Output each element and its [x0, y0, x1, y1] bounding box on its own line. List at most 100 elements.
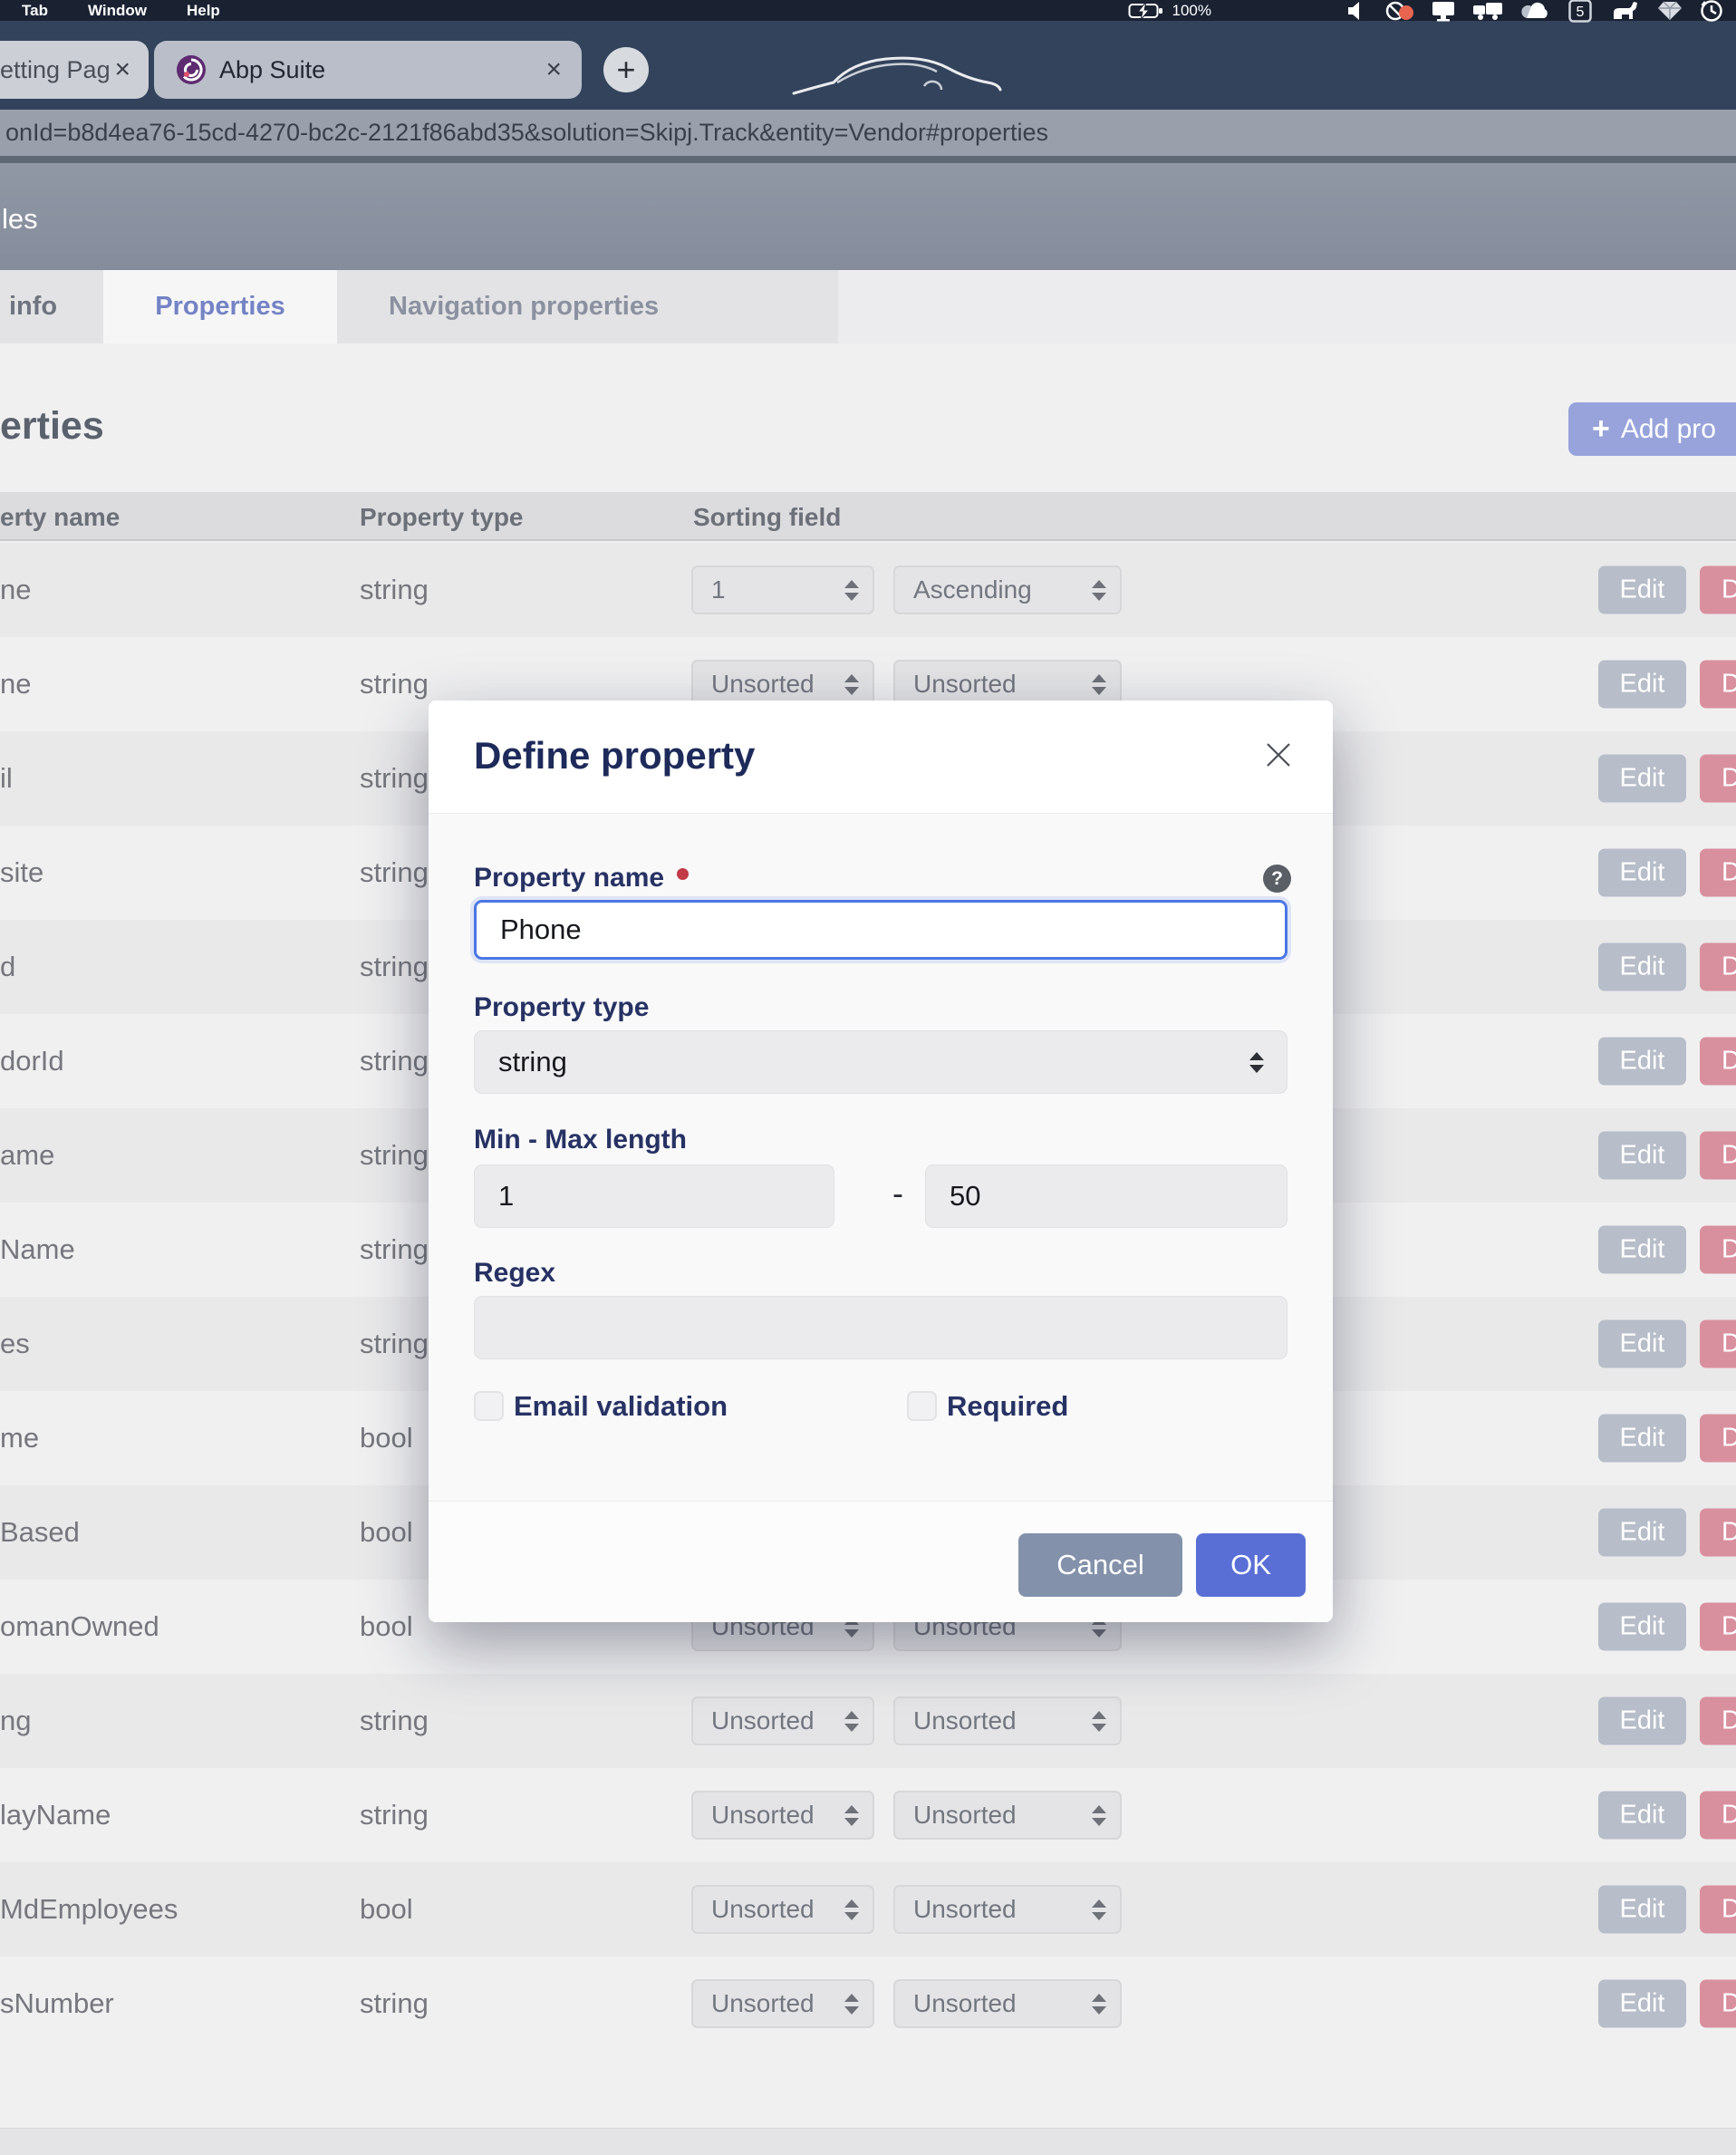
menu-help[interactable]: Help — [187, 2, 220, 20]
required-dot-icon — [677, 868, 689, 880]
property-name-input[interactable]: Phone — [474, 900, 1288, 960]
menu-window[interactable]: Window — [88, 2, 147, 20]
sort-field-value: Unsorted — [711, 1895, 815, 1924]
sort-direction-value: Unsorted — [913, 1801, 1017, 1830]
property-name-cell: Name — [0, 1233, 75, 1266]
delete-button[interactable]: Delete — [1700, 755, 1736, 803]
property-type-cell: string — [360, 1233, 429, 1266]
menu-tab[interactable]: Tab — [22, 2, 48, 20]
edit-button[interactable]: Edit — [1598, 755, 1686, 803]
edit-button[interactable]: Edit — [1598, 1320, 1686, 1368]
delete-button[interactable]: Delete — [1700, 1226, 1736, 1274]
delete-button[interactable]: Delete — [1700, 1415, 1736, 1463]
required-checkbox[interactable] — [907, 1391, 937, 1421]
sort-field-select[interactable]: Unsorted — [691, 1885, 874, 1934]
edit-button[interactable]: Edit — [1598, 1038, 1686, 1086]
edit-button[interactable]: Edit — [1598, 566, 1686, 614]
sort-arrows-icon — [1091, 674, 1107, 695]
cancel-button[interactable]: Cancel — [1018, 1533, 1182, 1597]
tab-properties[interactable]: Properties — [103, 270, 337, 343]
modal-title: Define property — [474, 734, 755, 778]
sort-field-select[interactable]: Unsorted — [691, 1791, 874, 1840]
close-icon[interactable] — [1264, 740, 1293, 769]
delete-button[interactable]: Delete — [1700, 1038, 1736, 1086]
url-bar[interactable]: onId=b8d4ea76-15cd-4270-bc2c-2121f86abd3… — [0, 110, 1736, 156]
delete-button[interactable]: Delete — [1700, 1132, 1736, 1180]
regex-input[interactable] — [474, 1296, 1288, 1359]
cloud-icon[interactable] — [1520, 1, 1551, 21]
min-length-input[interactable]: 1 — [474, 1164, 834, 1228]
property-type-cell: bool — [360, 1422, 413, 1454]
min-max-separator: - — [880, 1174, 916, 1213]
edit-button[interactable]: Edit — [1598, 661, 1686, 709]
display-icon[interactable] — [1432, 0, 1455, 22]
delete-button[interactable]: Delete — [1700, 1697, 1736, 1745]
sort-field-select[interactable]: Unsorted — [691, 1696, 874, 1745]
sort-field-select[interactable]: 1 — [691, 565, 874, 614]
truck-icon[interactable] — [1472, 0, 1503, 22]
property-type-cell: string — [360, 1328, 429, 1360]
tab-entity-info[interactable]: info — [0, 270, 103, 343]
delete-button[interactable]: Delete — [1700, 1792, 1736, 1840]
delete-button[interactable]: Delete — [1700, 849, 1736, 897]
edit-button[interactable]: Edit — [1598, 1792, 1686, 1840]
email-validation-label: Email validation — [514, 1390, 728, 1423]
property-type-select[interactable]: string — [474, 1030, 1288, 1094]
delete-button[interactable]: Delete — [1700, 566, 1736, 614]
email-validation-checkbox[interactable] — [474, 1391, 504, 1421]
table-row: layName string Unsorted Unsorted Edit De… — [0, 1768, 1736, 1862]
sort-field-select[interactable]: Unsorted — [691, 1979, 874, 2028]
svg-text:5: 5 — [1577, 5, 1585, 20]
battery-status[interactable]: 100% — [1128, 1, 1211, 21]
edit-button[interactable]: Edit — [1598, 1415, 1686, 1463]
app-badge-icon[interactable]: 5 — [1568, 0, 1592, 23]
sort-direction-select[interactable]: Unsorted — [893, 1696, 1122, 1745]
edit-button[interactable]: Edit — [1598, 1226, 1686, 1274]
edit-button[interactable]: Edit — [1598, 1980, 1686, 2028]
sort-direction-select[interactable]: Unsorted — [893, 1791, 1122, 1840]
battery-icon — [1128, 1, 1166, 21]
new-tab-button[interactable]: + — [603, 47, 649, 92]
tab-close-icon[interactable]: × — [545, 56, 562, 83]
property-type-cell: string — [360, 668, 429, 701]
car-doodle — [790, 48, 1003, 104]
help-icon[interactable]: ? — [1263, 865, 1291, 893]
regex-label: Regex — [474, 1258, 555, 1289]
edit-button[interactable]: Edit — [1598, 943, 1686, 991]
edit-button[interactable]: Edit — [1598, 1697, 1686, 1745]
max-length-input[interactable]: 50 — [925, 1164, 1288, 1228]
abp-suite-favicon — [176, 54, 207, 85]
history-clock-icon[interactable] — [1700, 0, 1723, 23]
tab-navigation-properties[interactable]: Navigation properties — [337, 270, 838, 343]
delete-button[interactable]: Delete — [1700, 1320, 1736, 1368]
edit-button[interactable]: Edit — [1598, 1886, 1686, 1934]
record-dot-icon[interactable] — [1385, 0, 1414, 22]
property-name-cell: il — [0, 762, 13, 795]
sort-direction-select[interactable]: Unsorted — [893, 1979, 1122, 2028]
tab-title: Abp Suite — [219, 56, 325, 84]
delete-button[interactable]: Delete — [1700, 661, 1736, 709]
edit-button[interactable]: Edit — [1598, 1509, 1686, 1557]
edit-button[interactable]: Edit — [1598, 1603, 1686, 1651]
browser-tab-abp-suite[interactable]: Abp Suite × — [154, 41, 582, 99]
delete-button[interactable]: Delete — [1700, 1603, 1736, 1651]
delete-button[interactable]: Delete — [1700, 1509, 1736, 1557]
edit-button[interactable]: Edit — [1598, 849, 1686, 897]
browser-tab-getting-started[interactable]: etting Pag × — [0, 41, 149, 99]
sort-direction-select[interactable]: Unsorted — [893, 1885, 1122, 1934]
property-type-cell: string — [360, 762, 429, 795]
tab-close-icon[interactable]: × — [114, 56, 130, 83]
delete-button[interactable]: Delete — [1700, 1886, 1736, 1934]
delete-button[interactable]: Delete — [1700, 943, 1736, 991]
edit-button[interactable]: Edit — [1598, 1132, 1686, 1180]
url-text: onId=b8d4ea76-15cd-4270-bc2c-2121f86abd3… — [5, 119, 1048, 147]
gem-icon[interactable] — [1657, 0, 1683, 22]
sort-direction-select[interactable]: Ascending — [893, 565, 1122, 614]
sort-direction-value: Unsorted — [913, 1895, 1017, 1924]
delete-button[interactable]: Delete — [1700, 1980, 1736, 2028]
property-name-cell: sNumber — [0, 1987, 114, 2020]
ok-button[interactable]: OK — [1196, 1533, 1306, 1597]
add-property-button[interactable]: + Add pro — [1568, 402, 1736, 456]
volume-icon[interactable] — [1346, 1, 1368, 21]
animal-icon[interactable] — [1609, 0, 1640, 22]
